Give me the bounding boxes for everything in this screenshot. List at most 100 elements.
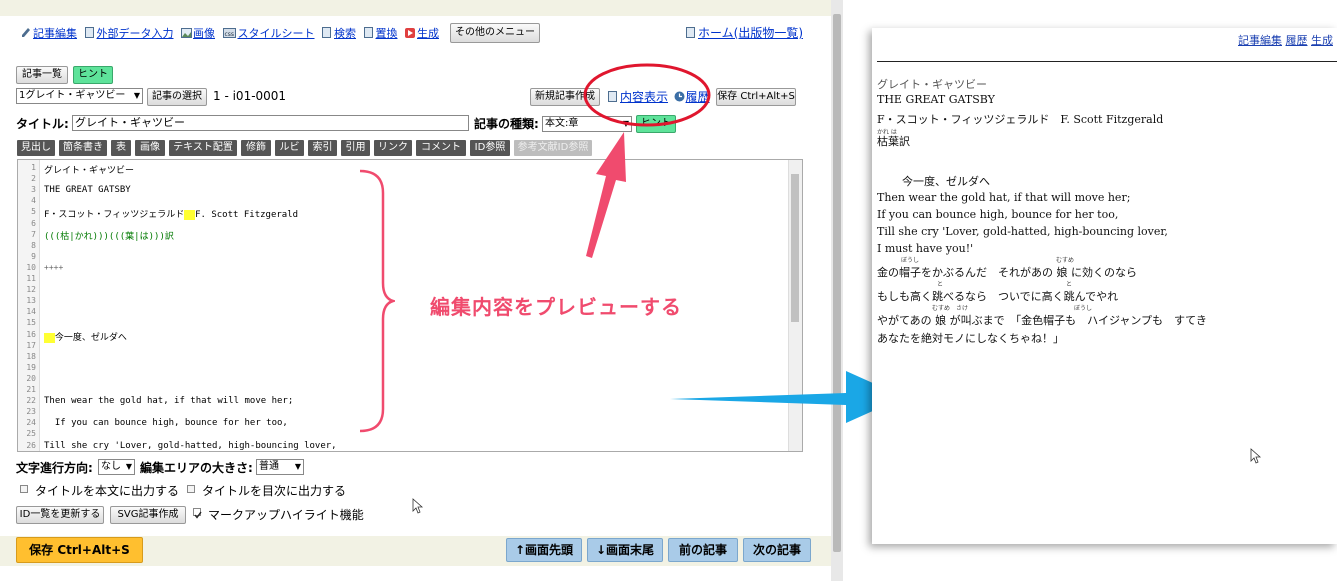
annotation-text: 編集内容をプレビューする (430, 295, 682, 319)
title-body-label: タイトルを本文に出力する (35, 484, 180, 498)
preview-line-ja-1: 金の帽子をかぶるんだ それがあの 娘 に効くのなら (877, 266, 1137, 279)
search-link[interactable]: 検索 (334, 27, 356, 40)
editor-line-16-text: 今一度、ゼルダへ (54, 333, 127, 343)
home-link[interactable]: ホーム(出版物一覧) (698, 26, 803, 40)
editor-scrollbar-thumb[interactable] (791, 174, 799, 322)
save-top-button[interactable]: 保存 Ctrl+Alt+S (716, 88, 796, 106)
line-number: 17 (26, 340, 36, 350)
preview-edit-link[interactable]: 記事編集 (1238, 34, 1282, 47)
home-link-wrap: ホーム(出版物一覧) (686, 24, 803, 41)
direction-label: 文字進行方向: (16, 461, 93, 475)
highlight-ellipse (583, 63, 711, 127)
scroll-top-button[interactable]: ↑画面先頭 (506, 538, 582, 562)
line-number: 21 (26, 385, 36, 394)
editor-line-16: 今一度、ゼルダへ (44, 330, 127, 343)
type-select-value: 本文:章 (545, 118, 579, 129)
preview-line-dedication: 今一度、ゼルダへ (902, 175, 990, 188)
page-scrollbar-thumb[interactable] (833, 14, 841, 552)
line-number: 12 (26, 285, 36, 295)
external-data-link[interactable]: 外部データ入力 (97, 27, 174, 40)
line-number: 10 (26, 262, 36, 272)
stylesheet-link[interactable]: スタイルシート (238, 27, 315, 40)
document-icon (363, 27, 374, 38)
preview-line-ja-4: あなたを絶対モノにしなくちゃね！」 (877, 332, 1064, 345)
format-comment-button[interactable]: コメント (416, 140, 466, 156)
chevron-down-icon: ▼ (294, 462, 301, 471)
line-number: 13 (26, 296, 36, 306)
preview-line-title-en: THE GREAT GATSBY (877, 93, 995, 106)
highlight-checkbox[interactable] (193, 508, 202, 519)
generate-link[interactable]: 生成 (417, 27, 439, 40)
line-number: 18 (26, 351, 36, 361)
area-size-select[interactable]: 普通 ▼ (256, 459, 304, 475)
preview-line-poem-3: Till she cry 'Lover, gold-hatted, high-b… (877, 225, 1168, 238)
preview-line-poem-2: If you can bounce high, bounce for her t… (877, 208, 1119, 221)
article-list-button[interactable]: 記事一覧 (16, 66, 68, 84)
annotation-arrow-up (586, 132, 626, 258)
document-icon (84, 27, 95, 38)
format-heading-button[interactable]: 見出し (17, 140, 55, 156)
preview-line-ja-3: やがてあの 娘 が叫ぶまで 「金色帽子も ハイジャンプも すてき (877, 314, 1207, 327)
top-link-bar: 記事編集 外部データ入力 画像 css スタイルシート 検索 置換 生成 (21, 25, 439, 41)
preview-window: 記事編集 履歴 生成 グレイト・ギャツビー THE GREAT GATSBY F… (872, 28, 1337, 544)
scroll-bottom-button[interactable]: ↓画面末尾 (587, 538, 663, 562)
editor-line-10: ++++ (44, 263, 64, 272)
line-number: 11 (26, 274, 36, 283)
format-bullets-button[interactable]: 箇条書き (59, 140, 107, 156)
svg-create-button[interactable]: SVG記事作成 (110, 506, 186, 524)
type-label: 記事の種類: (474, 117, 539, 131)
format-link-button[interactable]: リンク (374, 140, 412, 156)
direction-select[interactable]: なし ▼ (98, 459, 135, 475)
line-number: 25 (26, 429, 36, 439)
preview-history-link[interactable]: 履歴 (1286, 34, 1308, 47)
other-menu-button[interactable]: その他のメニュー (450, 23, 540, 43)
format-align-button[interactable]: テキスト配置 (169, 140, 237, 156)
line-number: 2 (31, 174, 36, 184)
editor-line-22: Then wear the gold hat, if that will mov… (44, 396, 294, 406)
document-icon (686, 27, 696, 38)
next-article-button[interactable]: 次の記事 (743, 538, 811, 562)
editor-line-5-ja: F・スコット・フィッツジェラルド (44, 210, 185, 220)
generate-icon (405, 28, 415, 39)
line-number: 19 (26, 362, 36, 372)
format-ruby-button[interactable]: ルビ (275, 140, 304, 156)
title-label: タイトル: (16, 117, 69, 131)
article-select[interactable]: 1グレイト・ギャツビー ▼ (16, 88, 143, 104)
line-number: 15 (26, 318, 36, 328)
select-article-button[interactable]: 記事の選択 (147, 88, 207, 106)
preview-ruby-to-1: と (937, 281, 944, 288)
prev-article-button[interactable]: 前の記事 (668, 538, 738, 562)
title-body-checkbox[interactable] (20, 485, 28, 493)
editor-line-26: Till she cry 'Lover, gold-hatted, high-b… (44, 441, 337, 451)
direction-select-value: なし (101, 461, 121, 472)
line-number: 23 (26, 407, 36, 417)
css-icon: css (222, 28, 236, 39)
preview-generate-link[interactable]: 生成 (1311, 34, 1333, 47)
save-bottom-button[interactable]: 保存 Ctrl+Alt+S (16, 537, 143, 563)
format-quote-button[interactable]: 引用 (341, 140, 370, 156)
format-index-button[interactable]: 索引 (308, 140, 337, 156)
update-id-list-button[interactable]: ID一覧を更新する (16, 506, 104, 524)
preview-ruby-boushi-2: ぼうし (1074, 305, 1093, 312)
format-decoration-button[interactable]: 修飾 (241, 140, 271, 156)
title-toc-checkbox[interactable] (187, 485, 195, 493)
preview-ruby-musume-2: むすめ (932, 305, 951, 312)
preview-ruby-musume: むすめ (1056, 257, 1075, 264)
replace-link[interactable]: 置換 (376, 27, 398, 40)
title-input[interactable]: グレイト・ギャツビー (72, 115, 469, 131)
preview-divider (877, 61, 1337, 62)
editor-line-1: グレイト・ギャツビー (44, 166, 135, 176)
format-image-button[interactable]: 画像 (135, 140, 165, 156)
image-icon (181, 28, 192, 39)
mouse-cursor-icon (1250, 448, 1262, 464)
editor-line-5-en: F. Scott Fitzgerald (195, 210, 299, 220)
editor-line-3: THE GREAT GATSBY (44, 185, 131, 195)
edit-article-link[interactable]: 記事編集 (33, 27, 77, 40)
images-link[interactable]: 画像 (193, 27, 215, 40)
annotation-bracket (359, 169, 395, 433)
format-table-button[interactable]: 表 (111, 140, 131, 156)
check-icon (194, 511, 202, 519)
format-idref-button[interactable]: ID参照 (470, 140, 510, 156)
hint-button[interactable]: ヒント (73, 66, 113, 84)
svg-text:css: css (224, 31, 234, 38)
